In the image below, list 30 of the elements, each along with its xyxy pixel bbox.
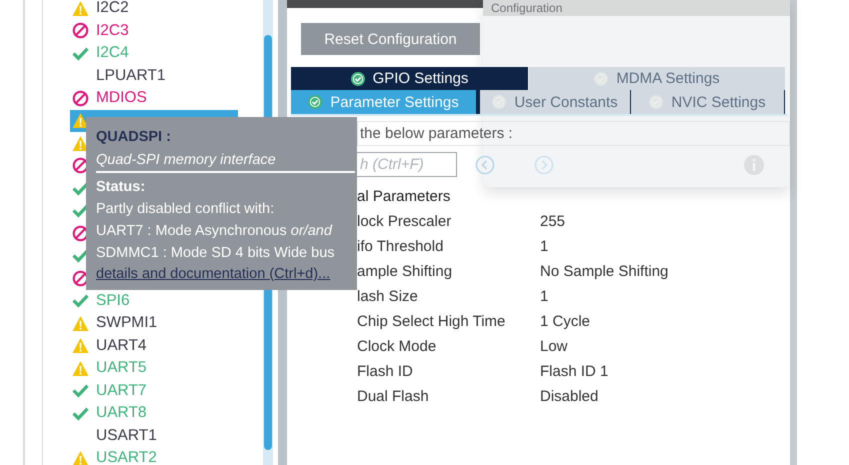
peripheral-name: UART4 <box>96 336 147 355</box>
peripheral-name: SPI6 <box>96 292 130 310</box>
peripheral-name: USART1 <box>96 426 157 445</box>
parameter-group-title: al Parameters <box>357 187 452 207</box>
status-text: Partly disabled conflict with: <box>96 200 276 219</box>
peripheral-name: UART7 <box>96 382 147 400</box>
parameter-name: ifo Threshold <box>357 238 444 255</box>
parameter-name: lock Prescaler <box>357 213 452 230</box>
parameter-name: Flash ID <box>357 363 414 380</box>
configure-instruction: the below parameters : <box>359 125 513 142</box>
peripheral-name: UART8 <box>96 404 147 422</box>
parameter-name: Chip Select High Time <box>357 313 506 330</box>
peripheral-name: UART5 <box>96 359 147 378</box>
tooltip-description: Quad-SPI memory interface <box>96 149 355 173</box>
parameter-name: Clock Mode <box>357 338 438 355</box>
peripheral-name: USART2 <box>96 449 157 465</box>
peripheral-name: LPUART1 <box>96 66 166 85</box>
tooltip-title: QUADSPI : <box>96 128 172 147</box>
peripheral-name: SWPMI1 <box>96 314 158 332</box>
peripheral-name: I2C4 <box>96 44 129 62</box>
peripheral-name: I2C2 <box>96 0 129 18</box>
status-text: SDMMC1 : Mode SD 4 bits Wide bus <box>96 244 336 263</box>
status-text: UART7 : Mode Asynchronous or/and <box>96 222 334 241</box>
parameter-name: Dual Flash <box>357 388 430 405</box>
peripheral-name: MDIOS <box>96 89 147 108</box>
peripheral-name: I2C3 <box>96 22 129 40</box>
parameter-name: ample Shifting <box>357 263 454 280</box>
status-label: Status: <box>96 178 146 197</box>
panel-title: Configuration <box>483 0 790 16</box>
parameter-name: lash Size <box>357 288 419 305</box>
